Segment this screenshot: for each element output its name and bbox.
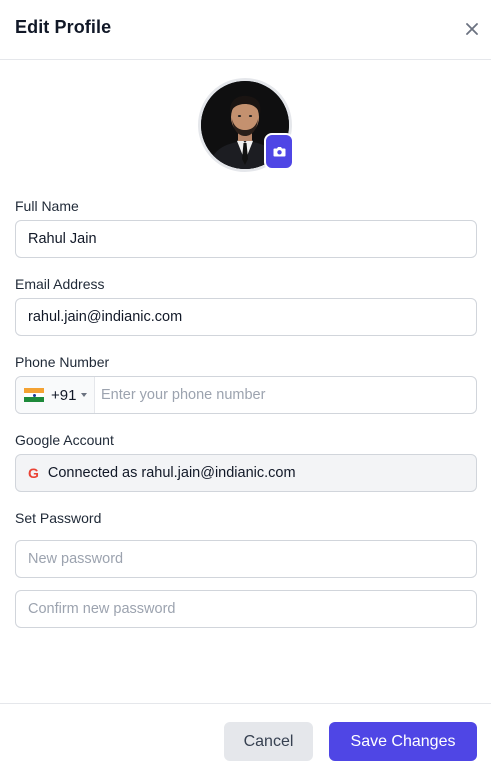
edit-profile-modal: Edit Profile Full Name Rahul Jain Email … xyxy=(0,0,491,771)
phone-label: Phone Number xyxy=(15,354,110,370)
google-status-text: Connected as rahul.jain@indianic.com xyxy=(47,465,296,481)
modal-footer: Cancel Save Changes xyxy=(0,703,491,771)
confirm-password-input[interactable] xyxy=(28,591,476,627)
phone-input[interactable] xyxy=(101,377,476,413)
avatar-section xyxy=(198,78,294,174)
set-password-label: Set Password xyxy=(15,510,102,526)
camera-icon xyxy=(273,147,285,157)
modal-title: Edit Profile xyxy=(15,17,112,37)
cancel-button[interactable]: Cancel xyxy=(224,722,313,761)
modal-header: Edit Profile xyxy=(0,0,491,60)
close-icon xyxy=(466,23,478,35)
country-code-select[interactable]: +91 xyxy=(16,377,95,413)
new-password-field[interactable] xyxy=(15,540,477,578)
google-icon: G xyxy=(28,465,39,481)
dial-code: +91 xyxy=(51,386,77,404)
full-name-input[interactable] xyxy=(28,221,476,257)
change-photo-button[interactable] xyxy=(264,133,294,170)
confirm-password-field[interactable] xyxy=(15,590,477,628)
chevron-down-icon xyxy=(81,393,88,397)
phone-field: +91 xyxy=(15,376,477,414)
phone-input-wrap[interactable] xyxy=(95,377,476,413)
email-label: Email Address xyxy=(15,276,105,292)
full-name-field[interactable] xyxy=(15,220,477,258)
new-password-input[interactable] xyxy=(28,541,476,577)
india-flag-icon xyxy=(24,388,44,403)
full-name-label: Full Name xyxy=(15,198,79,214)
email-input[interactable] xyxy=(28,299,476,335)
save-changes-button[interactable]: Save Changes xyxy=(329,722,477,761)
email-field[interactable] xyxy=(15,298,477,336)
google-account-label: Google Account xyxy=(15,432,114,448)
close-button[interactable] xyxy=(460,17,484,41)
google-account-field: G Connected as rahul.jain@indianic.com xyxy=(15,454,477,492)
